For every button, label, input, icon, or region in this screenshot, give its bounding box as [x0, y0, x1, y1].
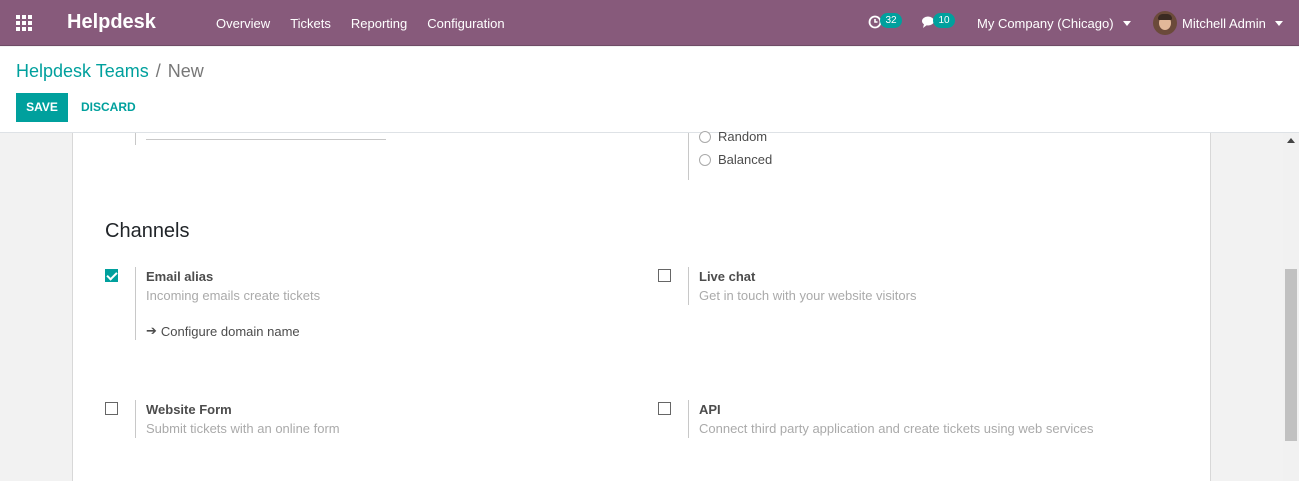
menu-item-overview[interactable]: Overview	[216, 16, 270, 31]
field-divider	[135, 267, 136, 340]
menu-item-reporting[interactable]: Reporting	[351, 16, 407, 31]
website-form-description: Submit tickets with an online form	[146, 421, 340, 436]
api-title: API	[699, 402, 721, 417]
field-divider	[135, 133, 136, 145]
user-menu[interactable]: Mitchell Admin	[1153, 11, 1283, 35]
email-alias-title: Email alias	[146, 269, 214, 284]
field-divider	[135, 400, 136, 438]
live-chat-title: Live chat	[699, 269, 756, 284]
field-divider	[688, 400, 689, 438]
website-form-title: Website Form	[146, 402, 232, 417]
user-name: Mitchell Admin	[1182, 15, 1266, 31]
app-brand[interactable]: Helpdesk	[67, 11, 156, 34]
user-avatar	[1153, 11, 1177, 35]
configure-domain-label: Configure domain name	[160, 323, 300, 339]
messaging-button[interactable]: 10	[921, 13, 957, 33]
top-navbar: Helpdesk Overview Tickets Reporting Conf…	[0, 0, 1299, 46]
radio-button[interactable]	[699, 130, 711, 143]
scrollbar-thumb[interactable]	[1285, 269, 1297, 441]
field-divider	[688, 267, 689, 305]
apps-menu-icon[interactable]	[16, 15, 32, 31]
radio-label: Random	[718, 129, 768, 144]
configure-domain-link[interactable]: ➔ Configure domain name	[146, 323, 300, 339]
api-description: Connect third party application and crea…	[699, 421, 1094, 436]
caret-down-icon	[1274, 20, 1283, 26]
section-title-channels: Channels	[105, 220, 190, 242]
breadcrumb-current: New	[167, 61, 204, 81]
radio-button[interactable]	[699, 153, 711, 166]
live-chat-checkbox[interactable]	[658, 269, 671, 282]
vertical-scrollbar[interactable]	[1283, 133, 1299, 481]
email-alias-checkbox[interactable]	[105, 269, 118, 282]
activity-button[interactable]: 32	[868, 13, 904, 33]
radio-label: Balanced	[718, 152, 773, 167]
company-name: My Company (Chicago)	[977, 16, 1114, 31]
main-menu: Overview Tickets Reporting Configuration	[216, 16, 525, 31]
activity-count-badge: 32	[880, 13, 902, 28]
website-form-checkbox[interactable]	[105, 402, 118, 415]
field-divider	[688, 133, 689, 180]
text-field-underline	[146, 139, 386, 140]
control-panel: Helpdesk Teams / New SAVE DISCARD	[0, 47, 1299, 133]
breadcrumb-parent-link[interactable]: Helpdesk Teams	[16, 61, 149, 82]
caret-down-icon	[1122, 21, 1131, 26]
scroll-up-arrow-icon[interactable]	[1287, 138, 1295, 143]
menu-item-tickets[interactable]: Tickets	[290, 16, 331, 31]
company-switcher[interactable]: My Company (Chicago)	[977, 16, 1131, 31]
menu-item-configuration[interactable]: Configuration	[427, 16, 504, 31]
save-button[interactable]: SAVE	[16, 93, 68, 122]
form-sheet: Random Balanced Channels Email alias Inc…	[72, 129, 1211, 481]
email-alias-description: Incoming emails create tickets	[146, 288, 321, 303]
breadcrumb-separator: /	[155, 61, 161, 81]
breadcrumb: Helpdesk Teams / New	[16, 61, 204, 82]
arrow-right-icon: ➔	[146, 323, 157, 338]
discard-button[interactable]: DISCARD	[81, 93, 136, 122]
api-checkbox[interactable]	[658, 402, 671, 415]
live-chat-description: Get in touch with your website visitors	[699, 288, 917, 303]
assignment-option-balanced[interactable]: Balanced	[699, 152, 772, 167]
message-count-badge: 10	[933, 13, 955, 28]
assignment-option-random[interactable]: Random	[699, 129, 767, 144]
